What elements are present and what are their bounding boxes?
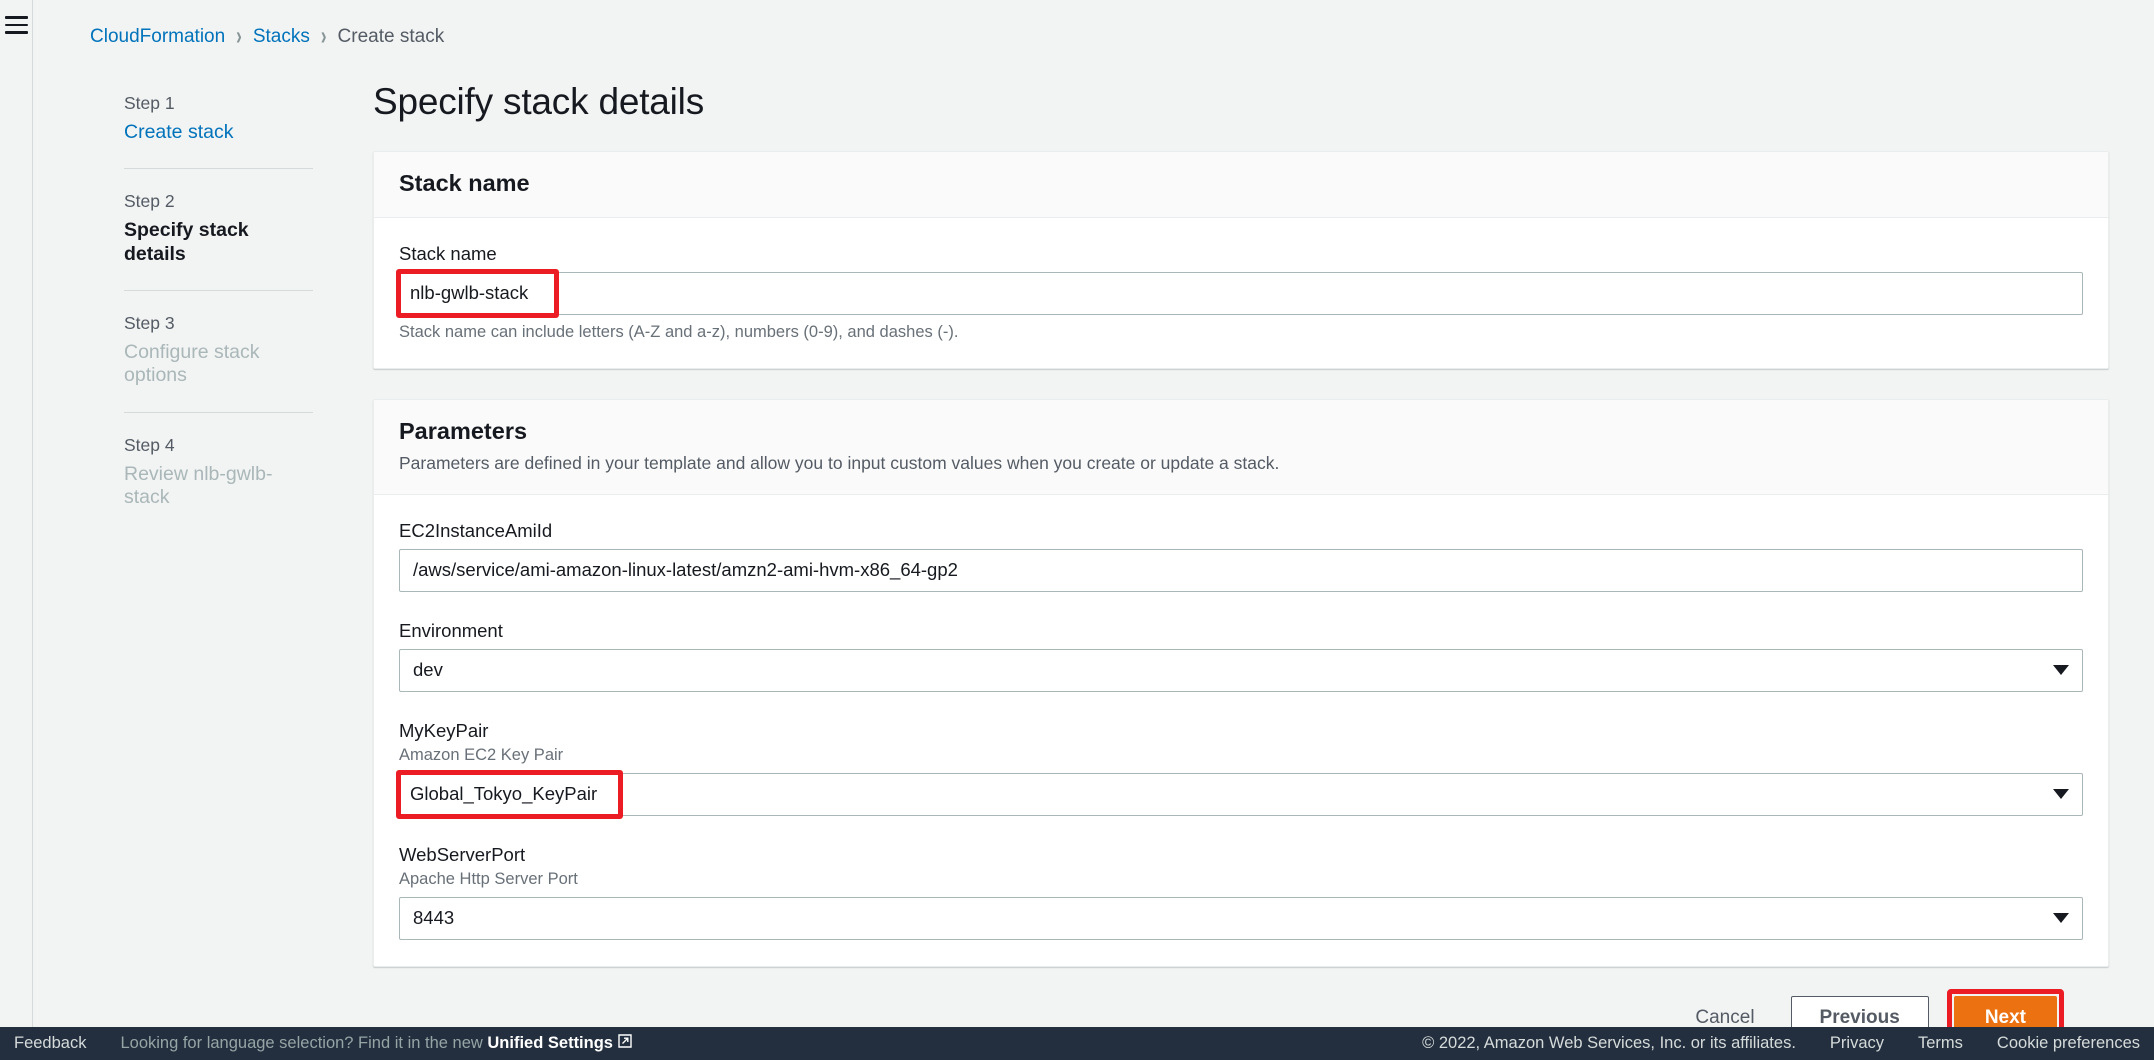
language-prompt-text: Looking for language selection? Find it … <box>120 1034 483 1052</box>
stack-name-label: Stack name <box>399 242 497 264</box>
parameter-label: Environment <box>399 619 503 641</box>
environment-select[interactable]: dev <box>399 648 2083 692</box>
parameter-sublabel: Amazon EC2 Key Pair <box>399 745 564 764</box>
page-body: CloudFormation › Stacks › Create stack S… <box>0 0 2154 1027</box>
breadcrumb-separator-icon: › <box>236 22 242 51</box>
cloudformation-create-stack-page: CloudFormation › Stacks › Create stack S… <box>0 0 2154 1060</box>
breadcrumb-separator-icon: › <box>320 22 327 51</box>
wizard-step-2: Step 2 Specify stack details <box>124 191 313 266</box>
wizard-step-3: Step 3 Configure stack options <box>124 313 313 388</box>
step-1-number: Step 1 <box>124 92 175 113</box>
hamburger-menu-icon[interactable] <box>4 12 28 1027</box>
stack-name-card-title: Stack name <box>399 169 530 196</box>
form-area: Specify stack details Stack name Stack n… <box>363 51 2154 1027</box>
parameters-card-description: Parameters are defined in your template … <box>399 452 1280 473</box>
parameters-card-header: Parameters Parameters are defined in you… <box>374 399 2108 495</box>
webserverport-select[interactable]: 8443 <box>399 896 2083 940</box>
step-3-number: Step 3 <box>124 313 175 334</box>
parameter-mykeypair: MyKeyPair Amazon EC2 Key Pair Global_Tok… <box>396 719 2083 819</box>
parameter-environment: Environment dev <box>399 620 2083 692</box>
external-link-icon <box>618 1034 632 1053</box>
wizard-step-4: Step 4 Review nlb-gwlb-stack <box>124 435 313 510</box>
parameter-input-wrap <box>399 548 2083 592</box>
footer-right-group: © 2022, Amazon Web Services, Inc. or its… <box>1422 1034 2140 1053</box>
hamburger-bar <box>4 16 28 19</box>
step-divider <box>124 290 313 292</box>
next-button-highlight: Next <box>1946 988 2064 1027</box>
stack-name-card-body: Stack name nlb-gwlb-stack Stack name can… <box>374 218 2108 368</box>
parameters-card: Parameters Parameters are defined in you… <box>373 398 2109 967</box>
page-footer: Feedback Looking for language selection?… <box>0 1027 2154 1060</box>
parameter-ec2instanceamiid: EC2InstanceAmiId <box>399 520 2083 592</box>
stack-name-highlight-box: nlb-gwlb-stack <box>396 268 559 318</box>
parameter-label: EC2InstanceAmiId <box>399 519 553 541</box>
parameter-label: WebServerPort <box>399 843 526 865</box>
breadcrumb-item-create-stack: Create stack <box>337 26 445 48</box>
parameter-select-wrap: Global_Tokyo_KeyPair Global_Tokyo_KeyPai… <box>396 769 2083 819</box>
parameter-sublabel: Apache Http Server Port <box>399 869 578 888</box>
step-3-title: Configure stack options <box>124 341 260 387</box>
breadcrumb: CloudFormation › Stacks › Create stack <box>33 0 2154 51</box>
parameter-label: MyKeyPair <box>399 719 489 741</box>
feedback-link[interactable]: Feedback <box>14 1034 86 1053</box>
step-2-title: Specify stack details <box>124 219 249 265</box>
parameter-select-wrap: dev <box>399 648 2083 692</box>
breadcrumb-item-cloudformation[interactable]: CloudFormation <box>90 26 225 48</box>
parameter-webserverport: WebServerPort Apache Http Server Port 84… <box>399 844 2083 940</box>
parameters-card-body: EC2InstanceAmiId Environment <box>374 495 2108 966</box>
cancel-button[interactable]: Cancel <box>1677 997 1772 1027</box>
stack-name-input[interactable] <box>399 271 2083 315</box>
parameters-card-title: Parameters <box>399 417 528 444</box>
hamburger-bar <box>4 31 28 34</box>
hamburger-bar <box>4 23 28 26</box>
step-4-title: Review nlb-gwlb-stack <box>124 462 273 509</box>
language-prompt-group: Looking for language selection? Find it … <box>120 1034 632 1053</box>
step-divider <box>124 411 313 413</box>
step-divider <box>124 168 313 170</box>
left-nav-rail <box>0 0 33 1027</box>
stack-name-input-wrap: nlb-gwlb-stack <box>396 268 2083 318</box>
stack-name-card-header: Stack name <box>374 151 2108 218</box>
stack-name-hint: Stack name can include letters (A-Z and … <box>399 322 959 341</box>
unified-settings-link[interactable]: Unified Settings <box>487 1034 632 1053</box>
next-button[interactable]: Next <box>1953 995 2057 1027</box>
environment-selected-value: dev <box>413 659 443 681</box>
unified-settings-label: Unified Settings <box>487 1034 613 1052</box>
terms-link[interactable]: Terms <box>1918 1034 1963 1053</box>
step-1-title[interactable]: Create stack <box>124 121 313 144</box>
parameter-select-wrap: 8443 <box>399 896 2083 940</box>
cookie-preferences-link[interactable]: Cookie preferences <box>1997 1034 2140 1053</box>
wizard-step-1: Step 1 Create stack <box>124 93 313 144</box>
webserverport-selected-value: 8443 <box>413 907 455 929</box>
wizard-steps-sidebar: Step 1 Create stack Step 2 Specify stack… <box>33 51 363 1027</box>
step-2-number: Step 2 <box>124 191 175 212</box>
main-column: CloudFormation › Stacks › Create stack S… <box>33 0 2154 1027</box>
breadcrumb-item-stacks[interactable]: Stacks <box>253 26 310 48</box>
stack-name-card: Stack name Stack name nlb-gwlb-stack Sta… <box>373 150 2109 369</box>
copyright-text: © 2022, Amazon Web Services, Inc. or its… <box>1422 1034 1796 1052</box>
ec2instanceamiid-input[interactable] <box>399 548 2083 592</box>
step-4-number: Step 4 <box>124 434 175 455</box>
mykeypair-select[interactable]: Global_Tokyo_KeyPair <box>399 772 2083 816</box>
footer-left-group: Feedback Looking for language selection?… <box>14 1034 632 1053</box>
previous-button[interactable]: Previous <box>1790 995 1929 1027</box>
privacy-link[interactable]: Privacy <box>1830 1034 1884 1053</box>
stack-name-field: Stack name nlb-gwlb-stack Stack name can… <box>396 242 2083 342</box>
page-title: Specify stack details <box>373 80 705 122</box>
content-row: Step 1 Create stack Step 2 Specify stack… <box>33 51 2154 1027</box>
mykeypair-highlight-box: Global_Tokyo_KeyPair <box>396 769 623 819</box>
wizard-action-bar: Cancel Previous Next <box>373 988 2109 1027</box>
